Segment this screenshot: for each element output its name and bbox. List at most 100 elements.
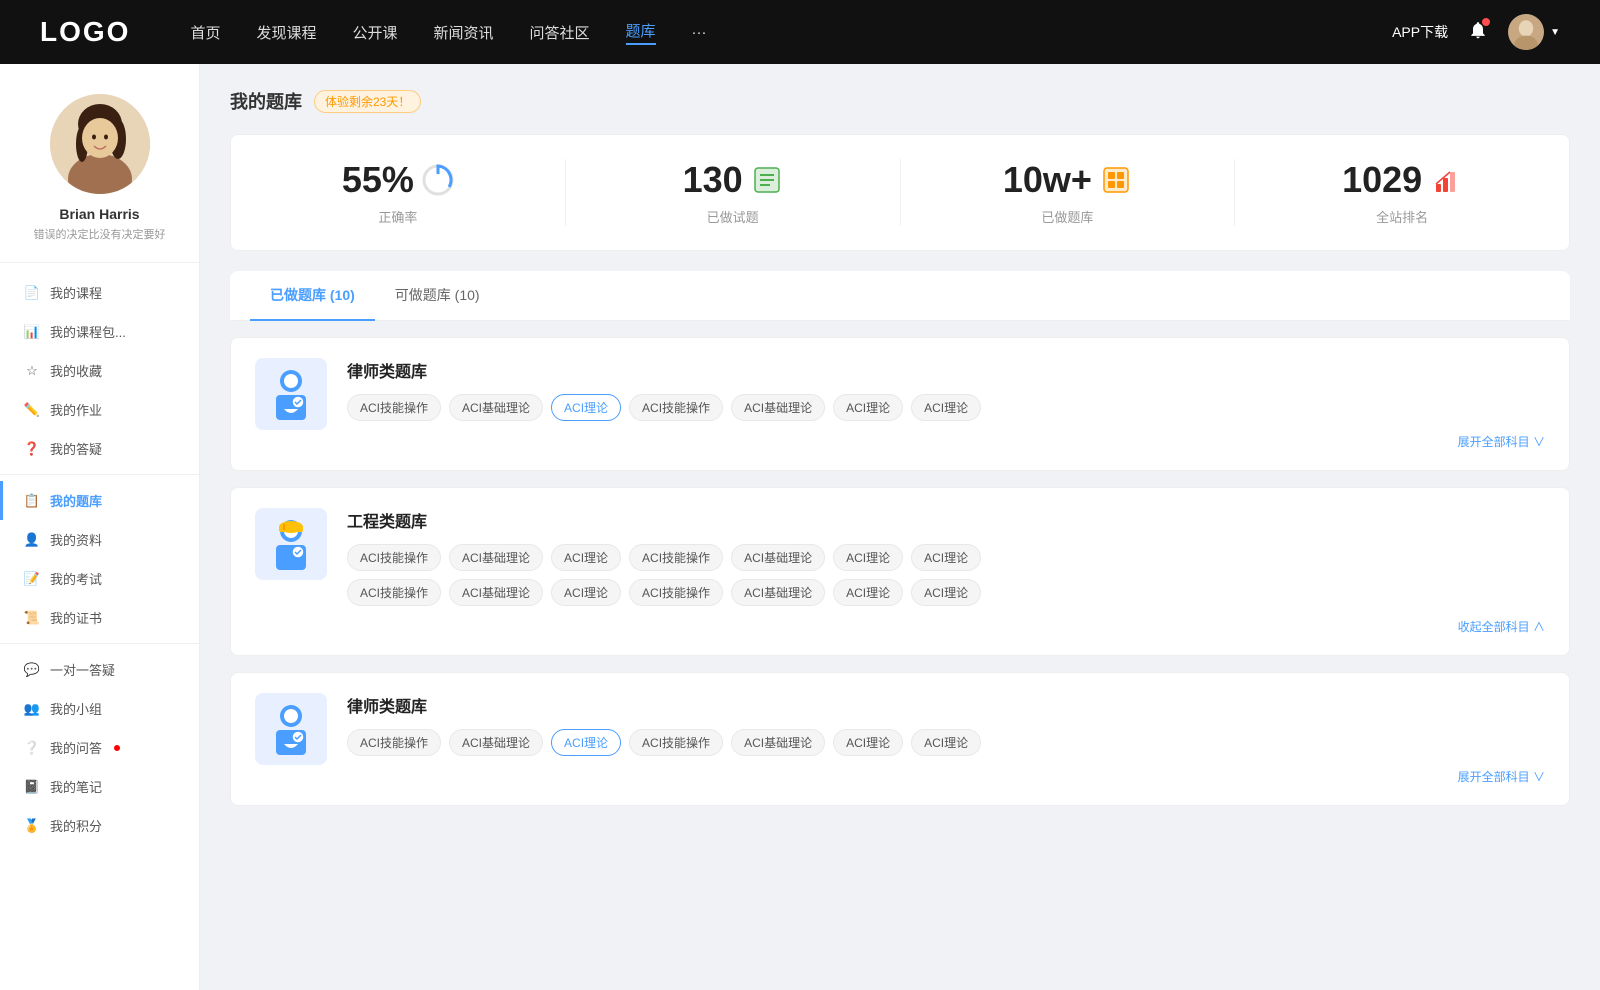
sidebar-item-我的答疑[interactable]: ❓我的答疑: [0, 429, 199, 468]
tag-ACI理论[interactable]: ACI理论: [551, 729, 621, 756]
tag-ACI技能操作[interactable]: ACI技能操作: [347, 729, 441, 756]
logo[interactable]: LOGO: [40, 16, 130, 48]
tag-ACI理论[interactable]: ACI理论: [551, 579, 621, 606]
tag-ACI技能操作[interactable]: ACI技能操作: [629, 544, 723, 571]
tag-ACI基础理论[interactable]: ACI基础理论: [731, 579, 825, 606]
score-icon: 🏅: [24, 818, 40, 834]
expand-link[interactable]: 展开全部科目 ∨: [347, 429, 1545, 450]
stat-value: 1029: [1342, 159, 1422, 201]
sidebar-item-我的考试[interactable]: 📝我的考试: [0, 559, 199, 598]
grid-icon: [1100, 164, 1132, 196]
app-download-button[interactable]: APP下载: [1392, 22, 1448, 42]
tag-ACI基础理论[interactable]: ACI基础理论: [449, 579, 543, 606]
qbank-title: 律师类题库: [347, 693, 1545, 717]
qbank-title: 律师类题库: [347, 358, 1545, 382]
qbank-card-1: 工程类题库ACI技能操作ACI基础理论ACI理论ACI技能操作ACI基础理论AC…: [230, 487, 1570, 656]
tag-ACI理论[interactable]: ACI理论: [551, 544, 621, 571]
nav-item-问答社区[interactable]: 问答社区: [530, 22, 590, 43]
stat-item-0: 55% 正确率: [231, 159, 566, 226]
qbank-body-2: 律师类题库 ACI技能操作 ACI基础理论 ACI理论 ACI技能操作 ACI基础理论 AC…: [347, 693, 1545, 785]
qa-icon: ❔: [24, 740, 40, 756]
stats-row: 55% 正确率 130 已做试题 10w+ 已做题库 1029 全站排名: [230, 134, 1570, 251]
user-icon: 👤: [24, 532, 40, 548]
tag-ACI理论[interactable]: ACI理论: [911, 544, 981, 571]
tag-ACI理论[interactable]: ACI理论: [911, 394, 981, 421]
tag-ACI技能操作[interactable]: ACI技能操作: [629, 394, 723, 421]
sidebar-item-一对一答疑[interactable]: 💬 一对一答疑: [0, 650, 199, 689]
tag-ACI理论[interactable]: ACI理论: [911, 579, 981, 606]
stat-label: 已做试题: [586, 207, 880, 226]
qbank-tags-row: ACI技能操作 ACI基础理论 ACI理论 ACI技能操作 ACI基础理论 ACI理论 AC…: [347, 394, 1545, 421]
tag-ACI技能操作[interactable]: ACI技能操作: [629, 729, 723, 756]
sidebar-divider: [0, 474, 199, 475]
nav-item-首页[interactable]: 首页: [190, 22, 220, 43]
nav-item-···[interactable]: ···: [692, 24, 707, 41]
nav-item-公开课[interactable]: 公开课: [352, 22, 397, 43]
tag-ACI理论[interactable]: ACI理论: [911, 729, 981, 756]
main-layout: Brian Harris 错误的决定比没有决定要好 📄我的课程📊我的课程包...…: [0, 64, 1600, 990]
user-avatar: [1508, 14, 1544, 50]
sidebar-item-label: 我的考试: [50, 569, 102, 588]
sidebar-item-我的课程包...[interactable]: 📊我的课程包...: [0, 312, 199, 351]
tag-ACI基础理论[interactable]: ACI基础理论: [449, 394, 543, 421]
tabs-row: 已做题库 (10)可做题库 (10): [230, 271, 1570, 321]
sidebar-item-label: 我的收藏: [50, 361, 102, 380]
expand-link[interactable]: 展开全部科目 ∨: [347, 764, 1545, 785]
tag-ACI基础理论[interactable]: ACI基础理论: [731, 729, 825, 756]
tag-ACI理论[interactable]: ACI理论: [833, 544, 903, 571]
tag-ACI理论[interactable]: ACI理论: [551, 394, 621, 421]
sidebar-item-我的资料[interactable]: 👤我的资料: [0, 520, 199, 559]
list-icon: [751, 164, 783, 196]
collapse-link[interactable]: 收起全部科目 ∧: [347, 614, 1545, 635]
tag-ACI理论[interactable]: ACI理论: [833, 394, 903, 421]
nav-item-发现课程[interactable]: 发现课程: [256, 22, 316, 43]
tab-可做题库(10)[interactable]: 可做题库 (10): [375, 271, 500, 321]
sidebar-item-我的收藏[interactable]: ☆我的收藏: [0, 351, 199, 390]
sidebar-item-我的小组[interactable]: 👥我的小组: [0, 689, 199, 728]
nav-item-新闻资讯[interactable]: 新闻资讯: [434, 22, 494, 43]
nav-menu: 首页 发现课程 公开课 新闻资讯 问答社区 题库 ···: [190, 20, 1392, 45]
chat-icon: 💬: [24, 662, 40, 678]
tag-ACI基础理论[interactable]: ACI基础理论: [449, 729, 543, 756]
chart-icon: 📊: [24, 324, 40, 340]
nav-item-题库[interactable]: 题库: [626, 20, 656, 45]
tag-ACI理论[interactable]: ACI理论: [833, 729, 903, 756]
tag-ACI理论[interactable]: ACI理论: [833, 579, 903, 606]
tab-已做题库(10)[interactable]: 已做题库 (10): [250, 271, 375, 321]
bar-chart: [1430, 164, 1462, 196]
sidebar-item-我的课程[interactable]: 📄我的课程: [0, 273, 199, 312]
sidebar-item-我的题库[interactable]: 📋我的题库: [0, 481, 199, 520]
group-icon: 👥: [24, 701, 40, 717]
sidebar-item-我的证书[interactable]: 📜我的证书: [0, 598, 199, 637]
unread-dot: [114, 745, 120, 751]
sidebar-item-label: 我的课程: [50, 283, 102, 302]
tag-ACI基础理论[interactable]: ACI基础理论: [449, 544, 543, 571]
sidebar-item-label: 一对一答疑: [50, 660, 115, 679]
qbank-icon-engineer: [255, 508, 327, 580]
qbank-tags-row: ACI技能操作 ACI基础理论 ACI理论 ACI技能操作 ACI基础理论 ACI理论 AC…: [347, 544, 1545, 571]
sidebar-item-label: 我的作业: [50, 400, 102, 419]
stat-label: 已做题库: [921, 207, 1215, 226]
tag-ACI技能操作[interactable]: ACI技能操作: [629, 579, 723, 606]
notification-bell[interactable]: [1468, 20, 1488, 45]
navbar: LOGO 首页 发现课程 公开课 新闻资讯 问答社区 题库 ··· APP下载 ▼: [0, 0, 1600, 64]
qbank-list: 律师类题库ACI技能操作ACI基础理论ACI理论ACI技能操作ACI基础理论AC…: [230, 337, 1570, 806]
tag-ACI基础理论[interactable]: ACI基础理论: [731, 544, 825, 571]
sidebar-item-我的作业[interactable]: ✏️ 我的作业: [0, 390, 199, 429]
user-avatar-wrapper[interactable]: ▼: [1508, 14, 1560, 50]
stat-value: 10w+: [1003, 159, 1092, 201]
tag-ACI技能操作[interactable]: ACI技能操作: [347, 544, 441, 571]
cert-icon: 📜: [24, 610, 40, 626]
profile-name: Brian Harris: [20, 206, 179, 222]
edit-icon: ✏️: [24, 402, 40, 418]
qbank-title: 工程类题库: [347, 508, 1545, 532]
tag-ACI基础理论[interactable]: ACI基础理论: [731, 394, 825, 421]
tag-ACI技能操作[interactable]: ACI技能操作: [347, 579, 441, 606]
sidebar-item-我的问答[interactable]: ❔我的问答: [0, 728, 199, 767]
sidebar-item-我的笔记[interactable]: 📓我的笔记: [0, 767, 199, 806]
stat-item-3: 1029 全站排名: [1235, 159, 1569, 226]
sidebar-item-我的积分[interactable]: 🏅我的积分: [0, 806, 199, 845]
qbank-icon-lawyer: [255, 693, 327, 765]
stat-item-2: 10w+ 已做题库: [901, 159, 1236, 226]
tag-ACI技能操作[interactable]: ACI技能操作: [347, 394, 441, 421]
